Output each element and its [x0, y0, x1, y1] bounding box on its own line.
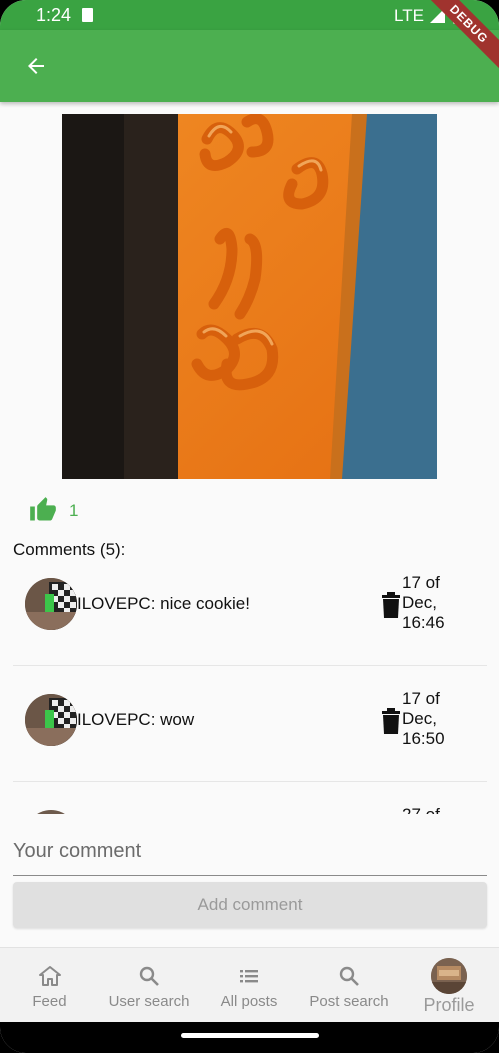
- comment-item: ILOVEPC: nice cookie! 17 of Dec, 16:46: [13, 550, 487, 666]
- comment-date: 17 of Dec, 16:46: [402, 573, 445, 632]
- avatar: [25, 694, 77, 746]
- list-icon: [240, 970, 258, 983]
- nav-post-search[interactable]: Post search: [299, 948, 399, 1023]
- network-type: LTE: [394, 6, 424, 25]
- profile-avatar: [431, 958, 467, 994]
- add-comment-button[interactable]: Add comment: [13, 882, 487, 928]
- arrow-back-icon: [28, 58, 44, 74]
- comment-date: 27 of: [402, 805, 472, 814]
- like-count: 1: [69, 501, 79, 520]
- nav-all-posts-label: All posts: [220, 993, 278, 1010]
- search-icon: [339, 966, 359, 986]
- comment-text: ILOVEPC: nice cookie!: [77, 594, 250, 613]
- delete-comment-button[interactable]: [380, 708, 402, 734]
- trash-icon: [382, 708, 400, 734]
- like-button[interactable]: [28, 496, 60, 526]
- app-screen: 1:24 LTE DEBUG 1 Comments (5): ILOVEPC: …: [0, 0, 499, 1053]
- nav-all-posts[interactable]: All posts: [199, 948, 299, 1023]
- avatar: [25, 578, 77, 630]
- system-nav-bar: [0, 1022, 499, 1053]
- nav-user-search[interactable]: User search: [99, 948, 199, 1023]
- nav-post-search-label: Post search: [309, 993, 389, 1010]
- status-bar: 1:24 LTE: [0, 0, 499, 30]
- post-image: [62, 114, 437, 479]
- nav-feed[interactable]: Feed: [0, 948, 99, 1023]
- comment-item: 27 of: [13, 782, 487, 814]
- nav-feed-label: Feed: [32, 993, 67, 1010]
- back-button[interactable]: [14, 44, 58, 88]
- comment-input[interactable]: [13, 828, 487, 876]
- comment-input-area: Add comment: [0, 814, 499, 947]
- nav-profile[interactable]: Profile: [399, 948, 499, 1023]
- comment-date: 17 of Dec, 16:50: [402, 689, 445, 748]
- comment-item: ILOVEPC: wow 17 of Dec, 16:50: [13, 666, 487, 782]
- home-indicator[interactable]: [181, 1033, 319, 1038]
- post-detail: 1 Comments (5): ILOVEPC: nice cookie! 17…: [0, 102, 499, 814]
- status-time: 1:24: [36, 5, 72, 25]
- trash-icon: [382, 592, 400, 618]
- home-icon: [38, 966, 61, 986]
- thumb-up-icon: [30, 497, 56, 521]
- delete-comment-button[interactable]: [380, 592, 402, 618]
- sd-card-icon: [82, 8, 93, 22]
- nav-profile-label: Profile: [423, 995, 475, 1015]
- bottom-navigation: Feed User search All posts Post search P…: [0, 947, 499, 1022]
- nav-user-search-label: User search: [108, 993, 190, 1010]
- app-bar: [0, 30, 499, 102]
- search-icon: [139, 966, 159, 986]
- comment-text: ILOVEPC: wow: [77, 710, 195, 729]
